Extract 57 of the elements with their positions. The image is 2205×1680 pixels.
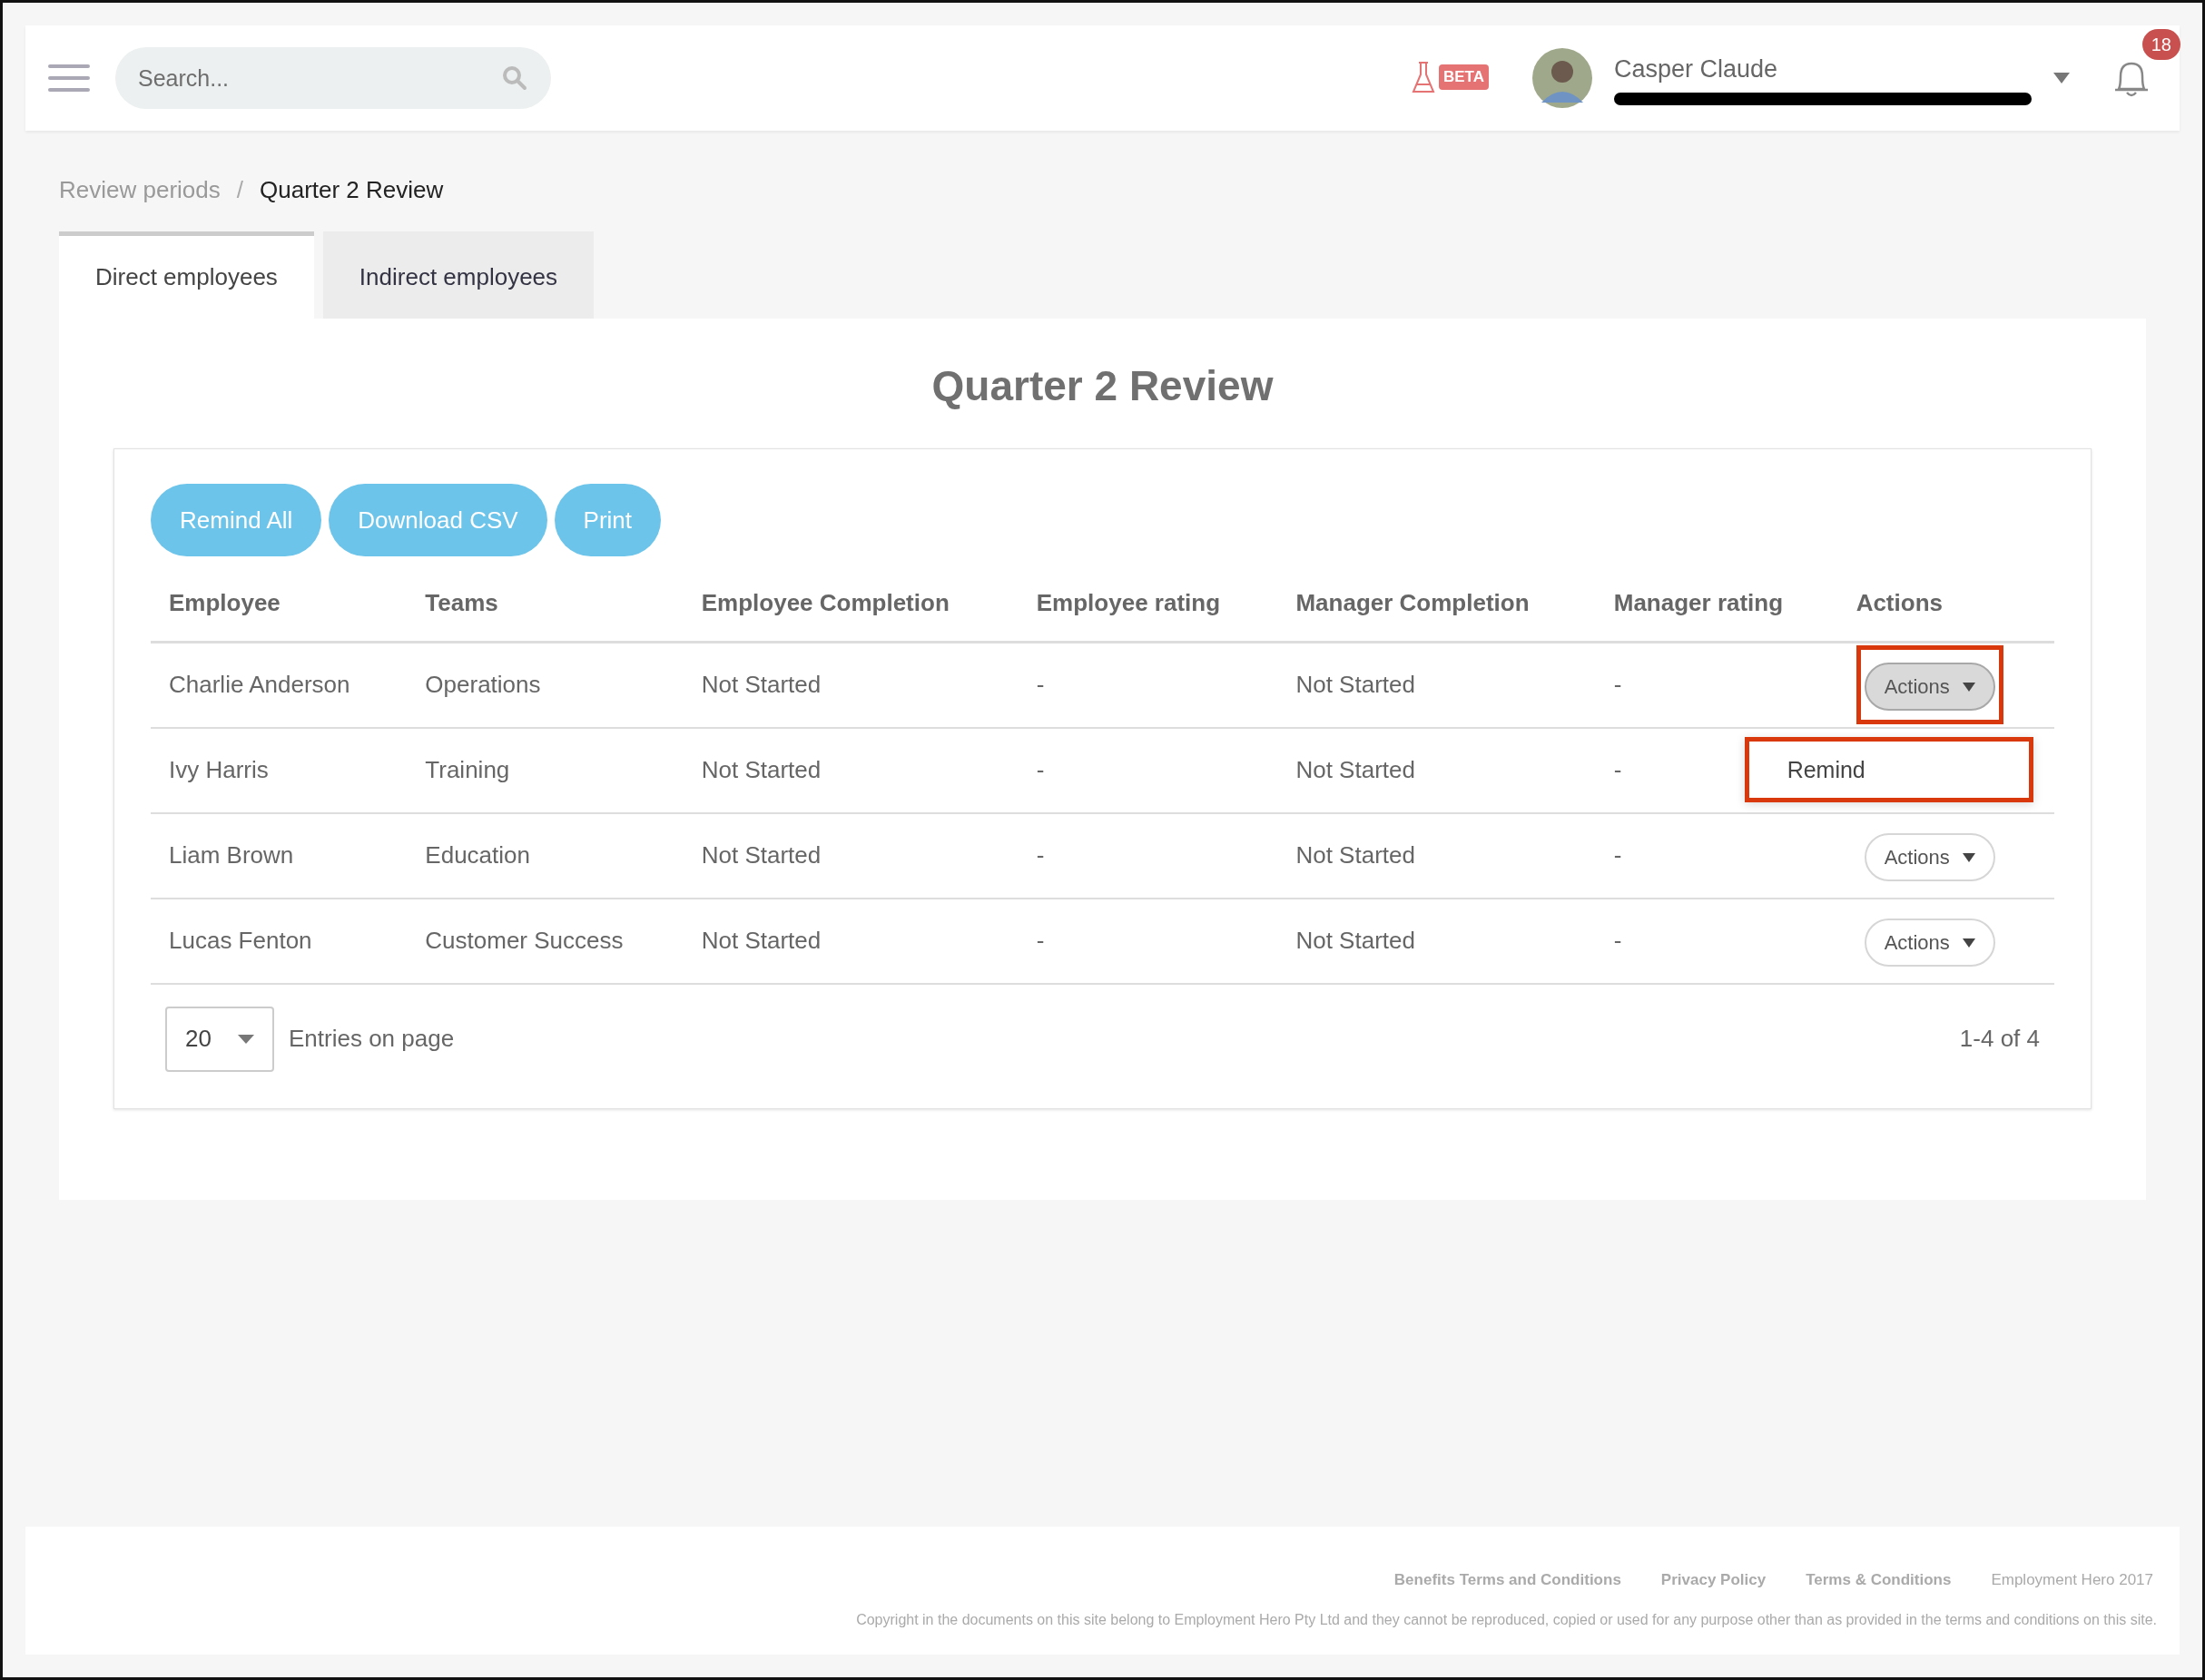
caret-icon: [1962, 682, 1975, 692]
breadcrumb-current: Quarter 2 Review: [260, 175, 444, 205]
column-header: Employee: [151, 565, 408, 643]
beta-badge: BETA: [1439, 64, 1489, 90]
caret-icon: [238, 1034, 254, 1044]
table-cell: Education: [407, 812, 684, 899]
actions-button[interactable]: Actions: [1864, 833, 1995, 881]
table-cell: Lucas Fenton: [151, 898, 408, 984]
search-field[interactable]: Search...: [115, 47, 551, 109]
table-cell: Customer Success: [407, 898, 684, 984]
notification-badge: 18: [2141, 29, 2180, 60]
table-cell: Ivy Harris: [151, 727, 408, 813]
menu-icon[interactable]: [48, 64, 90, 92]
table-cell: Not Started: [683, 642, 1019, 728]
column-header: Employee rating: [1018, 565, 1278, 643]
column-header: Manager Completion: [1277, 565, 1596, 643]
caret-icon: [1962, 852, 1975, 862]
table-cell: -: [1595, 642, 1838, 728]
column-header: Teams: [407, 565, 684, 643]
avatar: [1532, 48, 1592, 108]
table-cell: -: [1018, 727, 1278, 813]
table-cell: Not Started: [1277, 642, 1596, 728]
caret-icon: [1962, 938, 1975, 948]
page-size-label: Entries on page: [289, 1024, 455, 1054]
actions-button[interactable]: Actions: [1864, 919, 1995, 967]
table-cell: Not Started: [1277, 727, 1596, 813]
page-size-select[interactable]: 20: [165, 1006, 274, 1072]
column-header: Actions: [1837, 565, 2054, 643]
breadcrumb-separator: /: [236, 175, 243, 205]
table-cell: Not Started: [683, 727, 1019, 813]
flask-icon: [1412, 61, 1435, 95]
caret-icon: [2053, 73, 2070, 84]
table-cell: -: [1018, 898, 1278, 984]
tab[interactable]: Direct employees: [59, 231, 314, 319]
table-cell: Liam Brown: [151, 812, 408, 899]
table-cell: Charlie Anderson: [151, 642, 408, 728]
tab[interactable]: Indirect employees: [322, 231, 595, 319]
search-icon: [502, 65, 527, 91]
table-cell: Training: [407, 727, 684, 813]
table-cell: -: [1018, 812, 1278, 899]
table-cell: Not Started: [683, 898, 1019, 984]
table-cell: Operations: [407, 642, 684, 728]
table-cell: Not Started: [1277, 812, 1596, 899]
page-title: Quarter 2 Review: [930, 361, 1275, 411]
actions-button[interactable]: Actions: [1864, 663, 1995, 712]
footer-brand: Employment Hero 2017: [1991, 1571, 2153, 1588]
table-cell: -: [1595, 898, 1838, 984]
table-cell: Not Started: [683, 812, 1019, 899]
menu-item[interactable]: Remind: [1744, 737, 2033, 803]
table-cell: -: [1018, 642, 1278, 728]
copyright-text: Copyright in the documents on this site belong to Employment Hero Pty Ltd and they cannot be reproduced, copied or used for any purpose other than as provided in the terms and conditions on this site.: [855, 1611, 2157, 1629]
page-range: 1-4 of 4: [1959, 1024, 2040, 1054]
table-cell: Not Started: [1277, 898, 1596, 984]
table-cell: -: [1595, 812, 1838, 899]
column-header: Manager rating: [1595, 565, 1838, 643]
column-header: Employee Completion: [683, 565, 1019, 643]
user-name: Casper Claude: [1614, 54, 1779, 84]
